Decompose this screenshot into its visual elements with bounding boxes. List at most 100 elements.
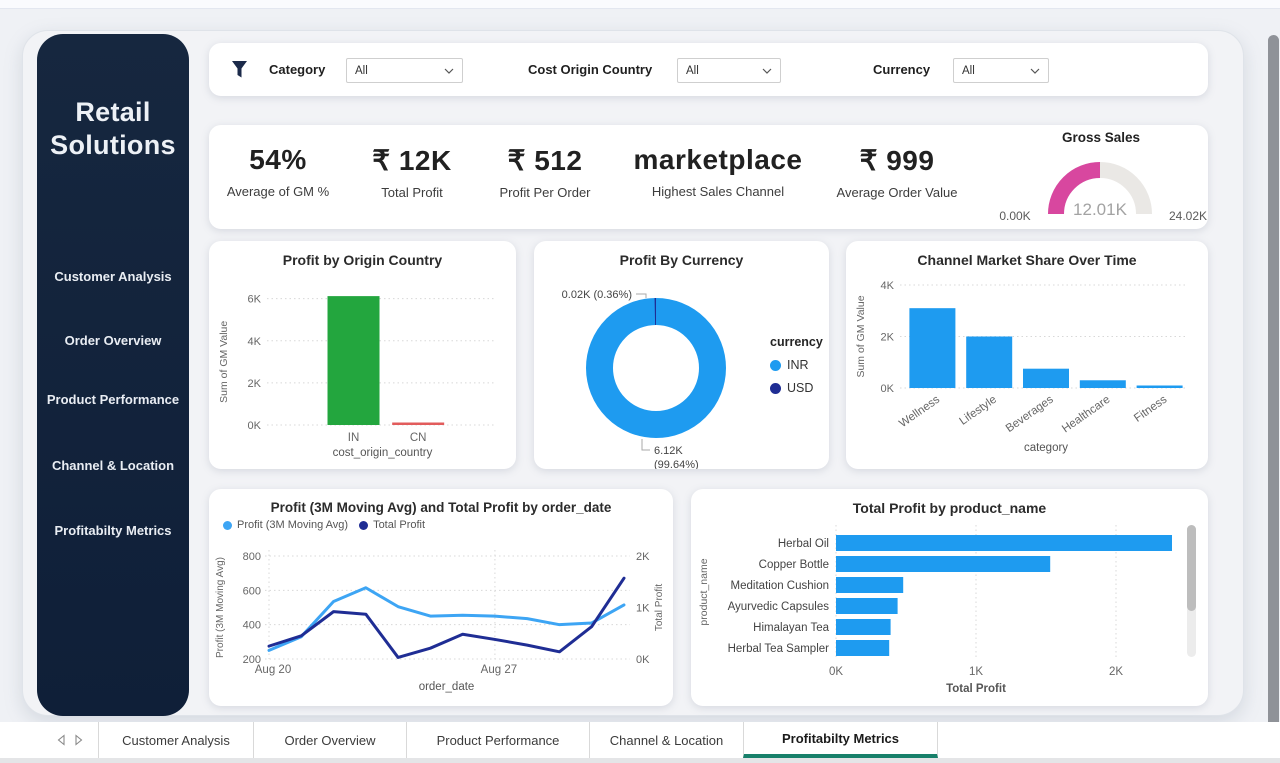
kpi-value: marketplace <box>634 144 803 176</box>
svg-text:product_name: product_name <box>698 558 710 625</box>
kpi-value: ₹ 12K <box>372 144 451 177</box>
kpi-total-profit: ₹ 12K Total Profit <box>352 125 472 229</box>
svg-text:0K: 0K <box>881 383 895 395</box>
svg-text:0K: 0K <box>636 654 650 666</box>
chart-scrollbar-thumb[interactable] <box>1187 525 1196 611</box>
chevron-left-icon[interactable] <box>56 734 66 746</box>
report-canvas: Retail Solutions Customer Analysis Order… <box>22 30 1244 716</box>
filter-currency-select[interactable]: All <box>953 58 1049 83</box>
app-title: Retail Solutions <box>37 34 189 162</box>
svg-text:Aug 20: Aug 20 <box>255 664 291 676</box>
sidebar-item-customer-analysis[interactable]: Customer Analysis <box>37 269 189 284</box>
filter-currency-value: All <box>962 65 975 77</box>
kpi-value: ₹ 512 <box>508 144 583 177</box>
filter-cost-origin-value: All <box>686 65 699 77</box>
usd-dot-icon <box>770 383 781 394</box>
svg-text:Copper Bottle: Copper Bottle <box>759 559 829 571</box>
svg-text:Fitness: Fitness <box>1132 393 1169 424</box>
legend-item-inr[interactable]: INR <box>770 358 823 372</box>
svg-text:4K: 4K <box>248 336 262 348</box>
kpi-profit-per-order: ₹ 512 Profit Per Order <box>475 125 615 229</box>
chevron-down-icon <box>444 68 454 74</box>
tab-product-performance[interactable]: Product Performance <box>406 722 589 758</box>
tab-profitability-metrics[interactable]: Profitabilty Metrics <box>743 722 938 758</box>
product-profit-bar-chart[interactable]: 0K1K2KHerbal OilCopper BottleMeditation … <box>691 489 1208 706</box>
legend-title: currency <box>770 335 823 349</box>
svg-text:0K: 0K <box>829 666 843 678</box>
kpi-average-gm: 54% Average of GM % <box>213 125 343 229</box>
bottom-strip <box>0 758 1280 763</box>
filter-cost-origin-select[interactable]: All <box>677 58 781 83</box>
gross-sales-gauge[interactable]: Gross Sales 0.00K12.01K24.02K <box>995 130 1207 226</box>
sidebar-item-channel-location[interactable]: Channel & Location <box>37 458 189 473</box>
svg-text:Wellness: Wellness <box>897 393 942 430</box>
tab-nav-arrows <box>0 722 98 758</box>
svg-text:1K: 1K <box>636 603 650 615</box>
svg-text:(99.64%): (99.64%) <box>654 459 699 469</box>
svg-text:12.01K: 12.01K <box>1073 200 1128 219</box>
kpi-label: Highest Sales Channel <box>652 184 784 199</box>
svg-text:Herbal Oil: Herbal Oil <box>778 538 829 550</box>
sidebar: Retail Solutions Customer Analysis Order… <box>37 34 189 716</box>
kpi-value: 54% <box>249 144 307 176</box>
chart-card-product-profit: Total Profit by product_name 0K1K2KHerba… <box>691 489 1208 706</box>
svg-text:0K: 0K <box>248 420 262 432</box>
svg-text:800: 800 <box>243 551 261 563</box>
svg-text:2K: 2K <box>881 332 895 344</box>
origin-country-bar-chart[interactable]: 0K2K4K6KINCNcost_origin_countrySum of GM… <box>209 241 516 469</box>
svg-text:Ayurvedic Capsules: Ayurvedic Capsules <box>728 601 830 613</box>
filter-category-select[interactable]: All <box>346 58 463 83</box>
kpi-average-order-value: ₹ 999 Average Order Value <box>817 125 977 229</box>
kpi-label: Average of GM % <box>227 184 329 199</box>
svg-text:4K: 4K <box>881 280 895 292</box>
tab-channel-location[interactable]: Channel & Location <box>589 722 743 758</box>
legend-item-usd[interactable]: USD <box>770 381 823 395</box>
filter-category-label: Category <box>269 62 325 77</box>
kpi-value: ₹ 999 <box>860 144 935 177</box>
chevron-down-icon <box>1030 68 1040 74</box>
svg-text:category: category <box>1024 442 1068 454</box>
chart-card-currency-donut: Profit By Currency 0.02K (0.36%)6.12K(99… <box>534 241 829 469</box>
svg-text:Profit (3M Moving Avg): Profit (3M Moving Avg) <box>215 557 226 658</box>
legend-label: USD <box>787 381 813 395</box>
category-share-bar-chart[interactable]: 0K2K4KWellnessLifestyleBeveragesHealthca… <box>846 241 1208 469</box>
filter-cost-origin-label: Cost Origin Country <box>528 62 652 77</box>
svg-text:1K: 1K <box>969 666 983 678</box>
svg-text:6K: 6K <box>248 294 262 306</box>
inr-dot-icon <box>770 360 781 371</box>
svg-text:Sum of GM Value: Sum of GM Value <box>855 295 867 377</box>
svg-text:Total Profit: Total Profit <box>654 584 665 631</box>
sidebar-item-order-overview[interactable]: Order Overview <box>37 333 189 348</box>
kpi-strip: 54% Average of GM % ₹ 12K Total Profit ₹… <box>209 125 1208 229</box>
chevron-down-icon <box>762 68 772 74</box>
page-scrollbar[interactable] <box>1268 35 1279 757</box>
kpi-label: Total Profit <box>381 185 442 200</box>
filter-currency-label: Currency <box>873 62 930 77</box>
svg-text:Aug 27: Aug 27 <box>481 664 517 676</box>
svg-text:CN: CN <box>410 432 427 444</box>
svg-text:600: 600 <box>243 585 261 597</box>
tab-customer-analysis[interactable]: Customer Analysis <box>98 722 253 758</box>
sidebar-item-profitability-metrics[interactable]: Profitabilty Metrics <box>37 523 189 538</box>
svg-text:Meditation Cushion: Meditation Cushion <box>731 580 829 592</box>
svg-text:Total Profit: Total Profit <box>946 683 1006 695</box>
svg-text:order_date: order_date <box>419 681 475 693</box>
gauge-arc: 0.00K12.01K24.02K <box>995 146 1207 226</box>
chart-card-category-share: Channel Market Share Over Time 0K2K4KWel… <box>846 241 1208 469</box>
svg-text:2K: 2K <box>636 551 650 563</box>
chevron-right-icon[interactable] <box>74 734 84 746</box>
svg-text:Lifestyle: Lifestyle <box>957 394 998 428</box>
profit-lines-chart[interactable]: 2004006008000K1K2KAug 20Aug 27order_date… <box>209 489 673 706</box>
kpi-label: Average Order Value <box>837 185 958 200</box>
svg-text:cost_origin_country: cost_origin_country <box>333 447 433 459</box>
legend-label: INR <box>787 358 809 372</box>
svg-text:6.12K: 6.12K <box>654 445 683 457</box>
svg-text:Healthcare: Healthcare <box>1060 394 1112 436</box>
sidebar-item-product-performance[interactable]: Product Performance <box>37 392 189 407</box>
svg-text:Herbal Tea Sampler: Herbal Tea Sampler <box>728 643 830 655</box>
tab-order-overview[interactable]: Order Overview <box>253 722 406 758</box>
chart-card-origin-country: Profit by Origin Country 0K2K4K6KINCNcos… <box>209 241 516 469</box>
svg-text:24.02K: 24.02K <box>1169 209 1207 223</box>
donut-legend: currency INR USD <box>770 335 823 404</box>
svg-text:400: 400 <box>243 620 261 632</box>
